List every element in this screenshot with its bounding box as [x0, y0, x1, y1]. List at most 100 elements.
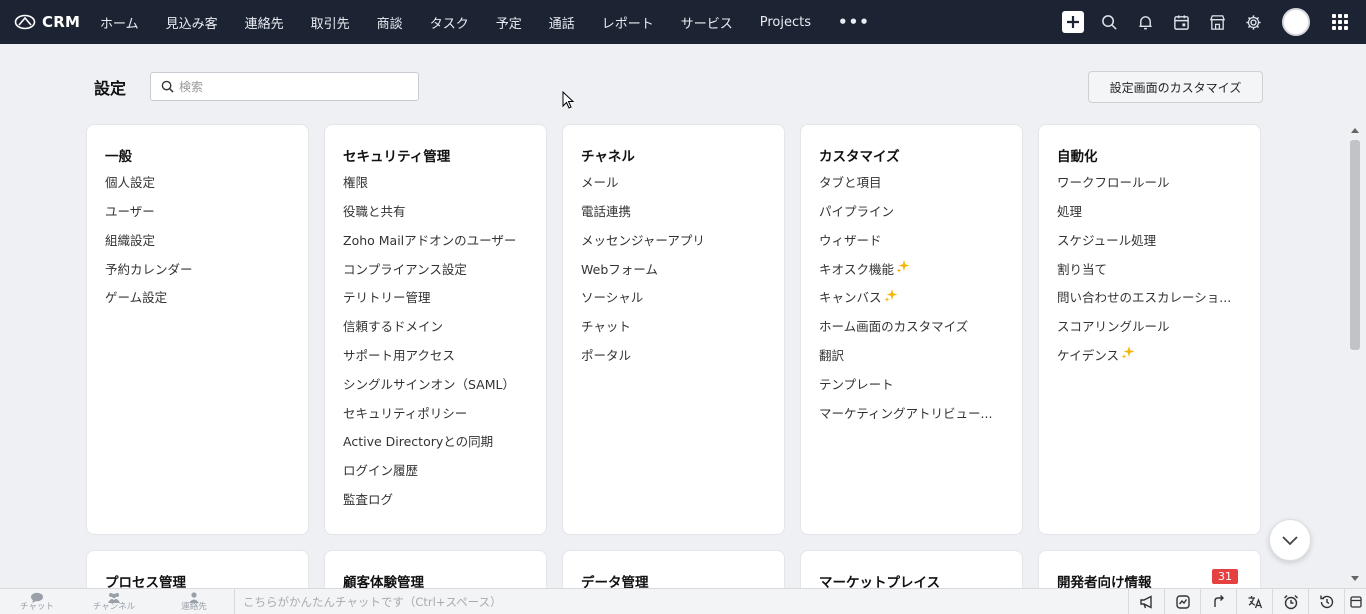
settings-link[interactable]: 予約カレンダー — [105, 255, 193, 284]
scroll-down-button[interactable] — [1269, 519, 1311, 561]
settings-link[interactable]: マーケティングアトリビュー... — [819, 399, 992, 428]
nav-item-tasks[interactable]: タスク — [430, 13, 469, 32]
quick-chat-input[interactable]: こちらがかんたんチャットです（Ctrl+スペース） — [243, 594, 502, 610]
history-button[interactable] — [1308, 589, 1344, 614]
settings-link[interactable]: ホーム画面のカスタマイズ — [819, 313, 992, 342]
settings-link[interactable]: テリトリー管理 — [343, 284, 516, 313]
settings-link[interactable]: ウィザード — [819, 227, 992, 256]
scroll-up-arrow-icon[interactable] — [1351, 128, 1359, 133]
nav-item-contacts[interactable]: 連絡先 — [245, 13, 284, 32]
bottom-tab-contacts[interactable]: 連絡先 — [154, 589, 234, 614]
settings-link[interactable]: チャット — [581, 313, 705, 342]
nav-item-projects[interactable]: Projects — [760, 15, 811, 30]
settings-link[interactable]: Active Directoryとの同期 — [343, 428, 516, 457]
settings-link[interactable]: 電話連携 — [581, 198, 705, 227]
nav-item-deals[interactable]: 商談 — [377, 13, 403, 32]
vertical-scrollbar[interactable] — [1348, 124, 1362, 586]
nav-item-events[interactable]: 予定 — [496, 13, 522, 32]
activity-button[interactable] — [1164, 589, 1200, 614]
card-item-list: 個人設定 ユーザー 組織設定 予約カレンダー ゲーム設定 — [105, 176, 193, 321]
nav-item-calls[interactable]: 通話 — [549, 13, 575, 32]
bottom-tab-channels[interactable]: チャンネル — [74, 589, 154, 614]
settings-link[interactable]: Webフォーム — [581, 255, 705, 284]
settings-link-new[interactable]: ケイデンス — [1057, 342, 1231, 371]
signal-button[interactable] — [1200, 589, 1236, 614]
settings-link[interactable]: Zoho Mailアドオンのユーザー — [343, 227, 516, 256]
create-new-button[interactable] — [1062, 11, 1084, 33]
nav-more-button[interactable]: ••• — [838, 13, 870, 31]
marketplace-button[interactable] — [1208, 13, 1226, 31]
settings-link[interactable]: ポータル — [581, 342, 705, 371]
card-title: 一般 — [105, 149, 132, 165]
settings-link[interactable]: ログイン履歴 — [343, 457, 516, 486]
settings-link[interactable]: 信頼するドメイン — [343, 313, 516, 342]
bottom-tab-label: チャンネル — [92, 601, 136, 612]
customize-settings-button[interactable]: 設定画面のカスタマイズ — [1088, 71, 1263, 103]
settings-link[interactable]: パイプライン — [819, 198, 992, 227]
settings-link[interactable]: ソーシャル — [581, 284, 705, 313]
bottom-tab-chat[interactable]: チャット — [0, 589, 74, 614]
settings-link[interactable]: ゲーム設定 — [105, 284, 193, 313]
search-icon — [161, 80, 174, 93]
settings-link[interactable]: タブと項目 — [819, 169, 992, 198]
settings-link[interactable]: テンプレート — [819, 371, 992, 400]
settings-link[interactable]: セキュリティポリシー — [343, 399, 516, 428]
settings-link[interactable]: シングルサインオン（SAML） — [343, 371, 516, 400]
settings-link[interactable]: 監査ログ — [343, 486, 516, 515]
more-tools-button[interactable] — [1344, 589, 1366, 614]
settings-link-new[interactable]: キオスク機能 — [819, 255, 992, 284]
nav-item-services[interactable]: サービス — [681, 13, 733, 32]
card-title: カスタマイズ — [819, 149, 900, 165]
settings-link-label: ケイデンス — [1057, 347, 1120, 363]
user-avatar[interactable] — [1282, 8, 1310, 36]
scroll-down-arrow-icon[interactable] — [1351, 576, 1359, 581]
nav-item-reports[interactable]: レポート — [602, 13, 654, 32]
reminder-button[interactable] — [1272, 589, 1308, 614]
settings-card-customization: カスタマイズ タブと項目 パイプライン ウィザード キオスク機能 キャンバス ホ… — [800, 124, 1023, 535]
scroll-thumb[interactable] — [1350, 140, 1360, 350]
settings-link[interactable]: スコアリングルール — [1057, 313, 1231, 342]
settings-link[interactable]: 個人設定 — [105, 169, 193, 198]
nav-item-leads[interactable]: 見込み客 — [166, 13, 218, 32]
apps-grid-icon[interactable] — [1332, 14, 1348, 30]
settings-link[interactable]: 割り当て — [1057, 255, 1231, 284]
settings-search-input[interactable] — [179, 79, 399, 94]
divider — [234, 588, 235, 614]
settings-link[interactable]: 組織設定 — [105, 227, 193, 256]
sparkle-icon — [1121, 346, 1135, 360]
notifications-button[interactable] — [1136, 13, 1154, 31]
settings-link[interactable]: 翻訳 — [819, 342, 992, 371]
crm-logo-icon — [14, 14, 36, 30]
settings-card-security: セキュリティ管理 権限 役職と共有 Zoho Mailアドオンのユーザー コンプ… — [324, 124, 547, 535]
settings-link[interactable]: スケジュール処理 — [1057, 227, 1231, 256]
settings-link[interactable]: ユーザー — [105, 198, 193, 227]
card-item-list: ワークフロールール 処理 スケジュール処理 割り当て 問い合わせのエスカレーショ… — [1057, 176, 1231, 379]
calendar-icon — [1173, 14, 1189, 30]
settings-link[interactable]: 権限 — [343, 169, 516, 198]
settings-link[interactable]: 問い合わせのエスカレーショ... — [1057, 284, 1231, 313]
calendar-button[interactable] — [1172, 13, 1190, 31]
settings-link[interactable]: メール — [581, 169, 705, 198]
settings-link[interactable]: メッセンジャーアプリ — [581, 227, 705, 256]
card-title: チャネル — [581, 149, 635, 165]
settings-link[interactable]: サポート用アクセス — [343, 342, 516, 371]
settings-link[interactable]: 役職と共有 — [343, 198, 516, 227]
settings-link[interactable]: ワークフロールール — [1057, 169, 1231, 198]
settings-link[interactable]: コンプライアンス設定 — [343, 255, 516, 284]
card-title: セキュリティ管理 — [343, 149, 451, 165]
announcement-button[interactable] — [1128, 589, 1164, 614]
bottom-chat-bar: チャット チャンネル 連絡先 こちらがかんたんチャットです（Ctrl+スペース） — [0, 588, 1366, 614]
nav-item-accounts[interactable]: 取引先 — [311, 13, 350, 32]
settings-link[interactable]: 処理 — [1057, 198, 1231, 227]
settings-link-label: キャンバス — [819, 290, 882, 306]
card-item-list: タブと項目 パイプライン ウィザード キオスク機能 キャンバス ホーム画面のカス… — [819, 176, 992, 436]
module-nav: ホーム 見込み客 連絡先 取引先 商談 タスク 予定 通話 レポート サービス … — [100, 0, 870, 44]
settings-link-new[interactable]: キャンバス — [819, 284, 992, 313]
translate-button[interactable] — [1236, 589, 1272, 614]
settings-button[interactable] — [1244, 13, 1262, 31]
curved-arrow-icon — [1213, 595, 1224, 607]
search-button[interactable] — [1100, 13, 1118, 31]
nav-item-home[interactable]: ホーム — [100, 13, 139, 32]
app-name: CRM — [42, 13, 81, 31]
crm-logo[interactable]: CRM — [14, 13, 100, 31]
